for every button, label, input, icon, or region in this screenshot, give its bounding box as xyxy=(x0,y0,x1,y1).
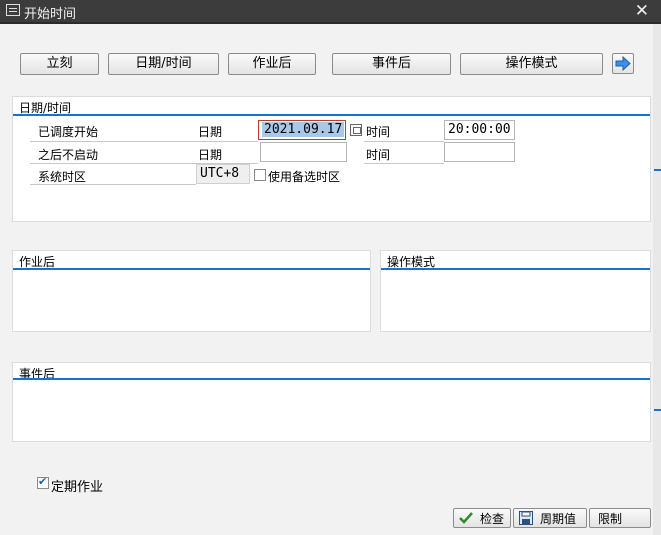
no-start-time-input[interactable] xyxy=(444,142,515,162)
more-arrow-button[interactable] xyxy=(612,53,634,74)
start-date-value: 2021.09.17 xyxy=(262,122,345,137)
no-start-after-label: 之后不启动 xyxy=(38,148,99,162)
panel-header-line xyxy=(13,114,650,116)
label-underline xyxy=(30,141,196,142)
check-button-label: 检查 xyxy=(480,512,505,526)
window-icon xyxy=(6,4,20,16)
time-label: 时间 xyxy=(366,125,391,139)
title-bar: 开始时间 ✕ xyxy=(0,0,661,22)
operation-mode-panel: 操作模式 xyxy=(380,250,651,332)
start-time-input[interactable]: 20:00:00 xyxy=(444,120,515,140)
window-title: 开始时间 xyxy=(24,7,77,22)
label-underline xyxy=(364,141,444,142)
panel-header-line xyxy=(13,268,370,270)
restrictions-button[interactable]: 限制 xyxy=(589,508,651,528)
after-event-button[interactable]: 事件后 xyxy=(332,53,451,75)
start-date-input[interactable]: 2021.09.17 xyxy=(258,120,346,140)
save-icon xyxy=(519,511,533,525)
label-underline xyxy=(30,163,196,164)
arrow-right-icon xyxy=(615,56,631,71)
timezone-field: UTC+8 xyxy=(196,164,250,184)
label-underline xyxy=(364,163,444,164)
close-icon[interactable]: ✕ xyxy=(635,1,649,21)
label-underline xyxy=(30,184,196,185)
date-label: 日期 xyxy=(198,125,223,139)
periodic-job-checkbox[interactable] xyxy=(37,475,49,489)
system-timezone-label: 系统时区 xyxy=(38,170,87,184)
time-label-2: 时间 xyxy=(366,148,391,162)
panel-header-line xyxy=(13,378,650,380)
use-alt-timezone-checkbox[interactable] xyxy=(254,169,266,181)
after-event-panel: 事件后 xyxy=(12,362,651,442)
period-values-label: 周期值 xyxy=(540,512,577,526)
label-underline xyxy=(196,141,258,142)
right-edge-strip xyxy=(653,24,661,535)
dialog-window: 开始时间 ✕ 立刻 日期/时间 作业后 事件后 操作模式 日期/时间 已调度开始… xyxy=(0,0,661,535)
checkmark-icon xyxy=(459,512,473,524)
no-start-date-input[interactable] xyxy=(260,142,347,162)
period-values-button[interactable]: 周期值 xyxy=(513,508,587,528)
calendar-icon[interactable] xyxy=(350,124,362,136)
restrictions-label: 限制 xyxy=(598,512,623,526)
scheduled-start-label: 已调度开始 xyxy=(38,125,99,139)
after-job-panel: 作业后 xyxy=(12,250,371,332)
check-button[interactable]: 检查 xyxy=(453,508,511,528)
immediate-button[interactable]: 立刻 xyxy=(20,53,99,75)
after-job-button[interactable]: 作业后 xyxy=(228,53,316,75)
title-divider xyxy=(0,22,661,24)
use-alt-timezone-label: 使用备选时区 xyxy=(268,170,341,184)
date-time-button[interactable]: 日期/时间 xyxy=(108,53,219,75)
date-label-2: 日期 xyxy=(198,148,223,162)
panel-header-line xyxy=(381,268,650,270)
periodic-job-label: 定期作业 xyxy=(51,480,104,495)
operation-mode-button[interactable]: 操作模式 xyxy=(460,53,603,75)
